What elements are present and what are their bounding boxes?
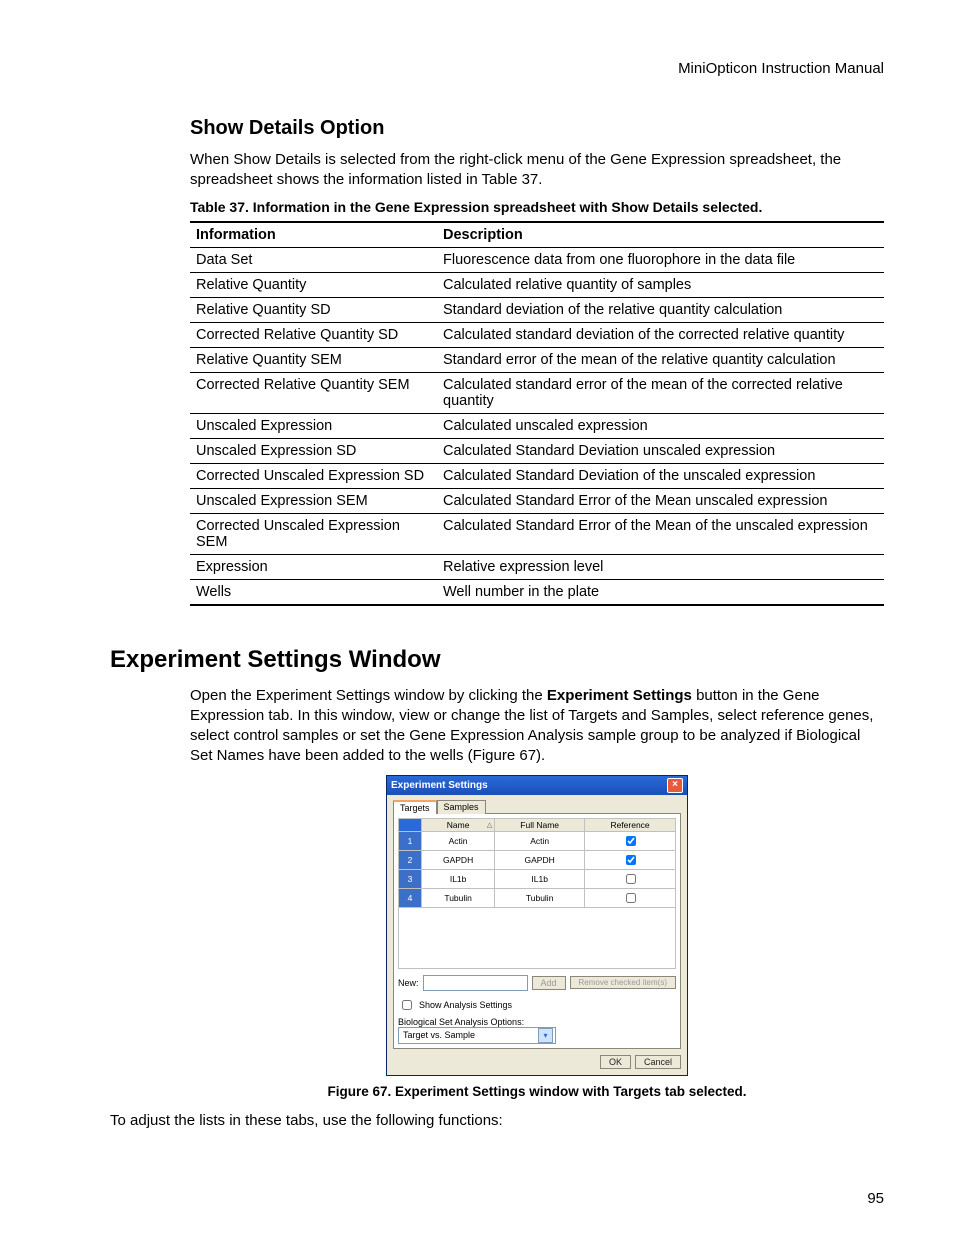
reference-checkbox[interactable]	[626, 874, 636, 884]
table-row: Corrected Relative Quantity SEMCalculate…	[190, 372, 884, 413]
section2-paragraph: Open the Experiment Settings window by c…	[190, 686, 884, 767]
table-row: Unscaled ExpressionCalculated unscaled e…	[190, 413, 884, 438]
section-heading-experiment-settings: Experiment Settings Window	[110, 646, 884, 674]
table-37-caption: Table 37. Information in the Gene Expres…	[190, 199, 884, 215]
section2-paragraph-2: To adjust the lists in these tabs, use t…	[110, 1111, 884, 1131]
reference-checkbox[interactable]	[626, 893, 636, 903]
section-heading-show-details: Show Details Option	[190, 117, 884, 140]
table-37-col-information: Information	[190, 222, 437, 248]
section1-paragraph: When Show Details is selected from the r…	[190, 150, 884, 191]
ok-button[interactable]: OK	[600, 1055, 631, 1069]
reference-checkbox[interactable]	[626, 836, 636, 846]
new-target-input[interactable]	[423, 975, 528, 991]
table-row: Relative Quantity SDStandard deviation o…	[190, 297, 884, 322]
tab-targets[interactable]: Targets	[393, 800, 437, 814]
add-button[interactable]: Add	[532, 976, 566, 990]
grid-empty-area	[398, 908, 676, 969]
table-37: Information Description Data SetFluoresc…	[190, 221, 884, 606]
new-label: New:	[398, 978, 419, 988]
grid-row[interactable]: 2 GAPDH GAPDH	[399, 850, 676, 869]
table-row: Unscaled Expression SDCalculated Standar…	[190, 438, 884, 463]
table-row: Unscaled Expression SEMCalculated Standa…	[190, 488, 884, 513]
col-reference[interactable]: Reference	[585, 818, 676, 831]
cancel-button[interactable]: Cancel	[635, 1055, 681, 1069]
chevron-down-icon: ▾	[538, 1028, 553, 1043]
grid-row[interactable]: 4 Tubulin Tubulin	[399, 888, 676, 907]
tab-pane-targets: Name△ Full Name Reference 1 Actin Actin …	[393, 813, 681, 1049]
grid-row[interactable]: 1 Actin Actin	[399, 831, 676, 850]
window-title: Experiment Settings	[391, 780, 488, 791]
window-titlebar[interactable]: Experiment Settings ×	[387, 776, 687, 795]
table-row: ExpressionRelative expression level	[190, 554, 884, 579]
experiment-settings-window: Experiment Settings × Targets Samples Na…	[386, 775, 688, 1076]
table-row: Corrected Unscaled Expression SDCalculat…	[190, 463, 884, 488]
tab-samples[interactable]: Samples	[437, 800, 486, 814]
show-analysis-checkbox-input[interactable]	[402, 1000, 412, 1010]
table-row: Relative QuantityCalculated relative qua…	[190, 272, 884, 297]
remove-checked-button[interactable]: Remove checked item(s)	[570, 976, 676, 989]
page-number: 95	[867, 1190, 884, 1207]
grid-corner	[399, 818, 422, 831]
col-name[interactable]: Name△	[422, 818, 495, 831]
table-row: Corrected Unscaled Expression SEMCalcula…	[190, 513, 884, 554]
biological-set-label: Biological Set Analysis Options:	[398, 1017, 676, 1027]
targets-grid[interactable]: Name△ Full Name Reference 1 Actin Actin …	[398, 818, 676, 908]
table-row: Corrected Relative Quantity SDCalculated…	[190, 322, 884, 347]
table-row: Relative Quantity SEMStandard error of t…	[190, 347, 884, 372]
figure-67-caption: Figure 67. Experiment Settings window wi…	[190, 1084, 884, 1099]
close-icon[interactable]: ×	[667, 778, 683, 793]
table-row: Data SetFluorescence data from one fluor…	[190, 247, 884, 272]
biological-set-select[interactable]: Target vs. Sample ▾	[398, 1027, 556, 1044]
table-row: WellsWell number in the plate	[190, 579, 884, 605]
reference-checkbox[interactable]	[626, 855, 636, 865]
show-analysis-settings-checkbox[interactable]: Show Analysis Settings	[398, 997, 676, 1013]
grid-row[interactable]: 3 IL1b IL1b	[399, 869, 676, 888]
table-37-col-description: Description	[437, 222, 884, 248]
col-fullname[interactable]: Full Name	[495, 818, 585, 831]
sort-asc-icon: △	[487, 821, 492, 829]
header-manual-title: MiniOpticon Instruction Manual	[110, 60, 884, 77]
